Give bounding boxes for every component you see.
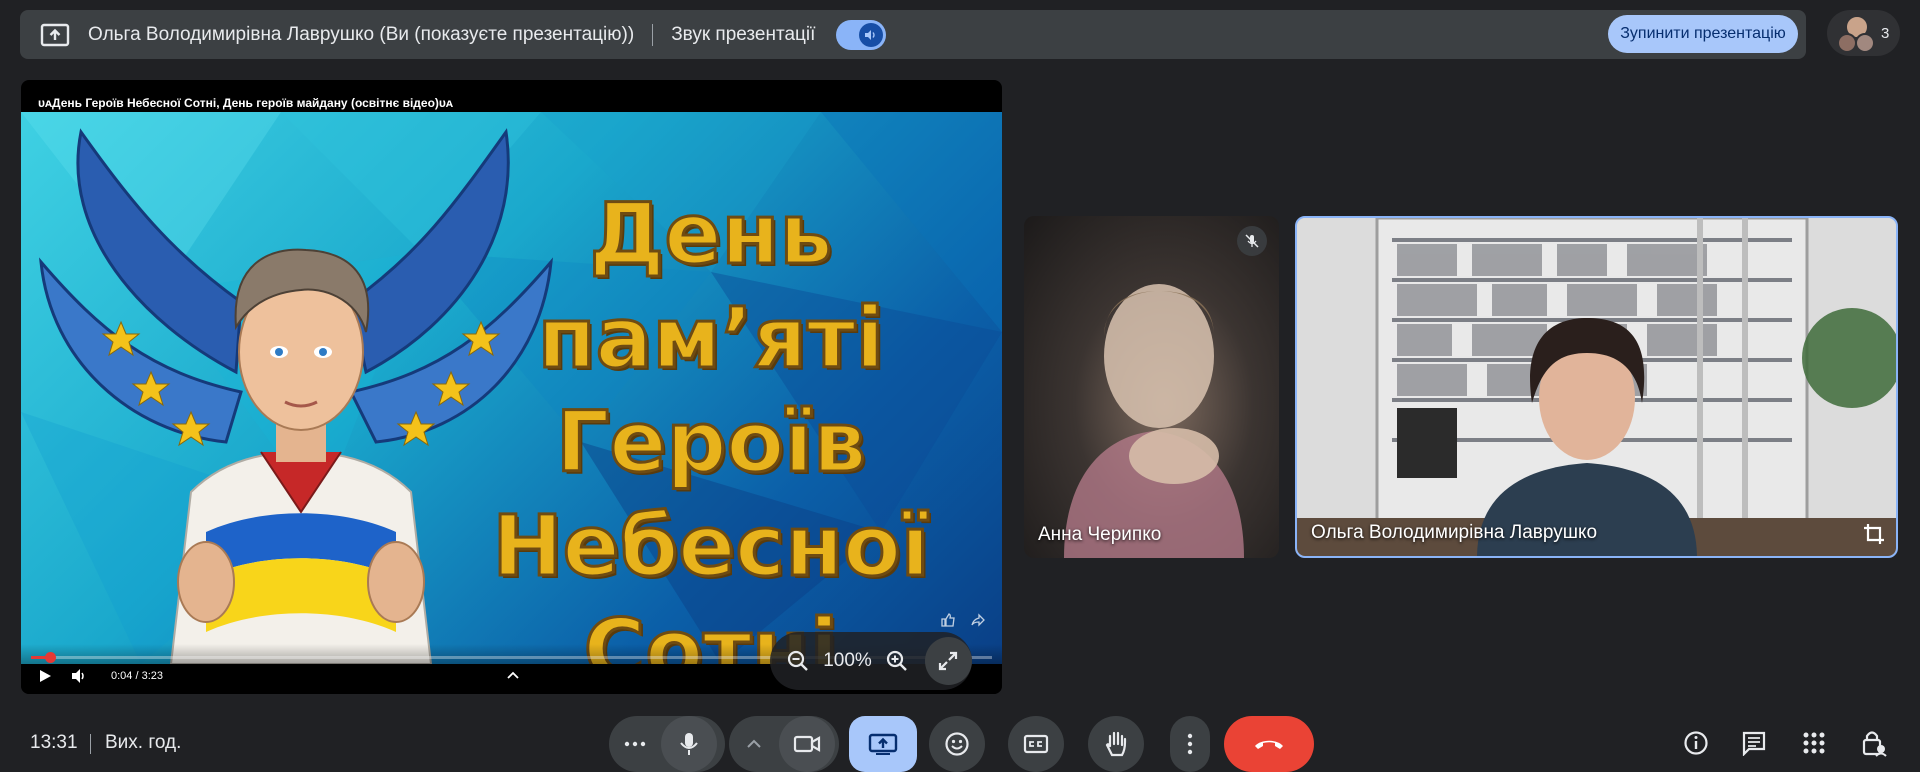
video-options-button[interactable] [729, 716, 779, 772]
presentation-sound-label: Звук презентації [671, 23, 816, 45]
more-horizontal-icon [624, 741, 646, 747]
microphone-button[interactable] [661, 716, 717, 772]
reactions-button[interactable] [929, 716, 985, 772]
play-icon[interactable] [37, 668, 53, 684]
host-controls-button[interactable] [1860, 729, 1888, 757]
video-progress-handle[interactable] [45, 652, 57, 663]
fullscreen-button[interactable] [924, 637, 972, 685]
zoom-in-icon [887, 650, 908, 671]
zoom-out-icon [787, 650, 808, 671]
chevron-up-icon[interactable] [506, 668, 520, 682]
info-icon [1684, 731, 1708, 755]
more-vertical-icon [1187, 733, 1193, 755]
meeting-title: Вих. год. [105, 732, 182, 753]
crop-icon[interactable] [1862, 522, 1886, 546]
camera-button[interactable] [779, 716, 835, 772]
raise-hand-icon [1105, 731, 1127, 757]
participant-video [1064, 284, 1244, 558]
participant-name: Ольга Володимирівна Лаврушко [1311, 522, 1598, 543]
like-icon[interactable] [940, 612, 956, 628]
slide-heading: День пам’яті Героїв Небесної Сотні [491, 184, 931, 665]
mic-off-icon [1237, 226, 1267, 256]
video-overlay-actions [940, 612, 986, 628]
slide-image: День пам’яті Героїв Небесної Сотні [21, 112, 1002, 664]
expand-icon [939, 651, 958, 671]
presentation-tile: ᴜᴀДень Героїв Небесної Сотні, День герої… [21, 80, 1002, 694]
zoom-controls: 100% [770, 632, 972, 690]
participant-tile[interactable]: Анна Черипко [1024, 216, 1279, 558]
chevron-up-icon [747, 739, 761, 748]
microphone-icon [680, 733, 698, 755]
video-time: 0:04 / 3:23 [111, 670, 163, 682]
volume-icon[interactable] [71, 668, 89, 684]
divider [652, 23, 654, 46]
present-button[interactable] [849, 716, 917, 772]
zoom-level: 100% [823, 650, 872, 671]
participant-count: 3 [1881, 24, 1890, 42]
participant-tile-self[interactable]: Ольга Володимирівна Лаврушко [1295, 216, 1898, 558]
stop-presenting-button[interactable]: Зупинити презентацію [1608, 15, 1798, 53]
zoom-in-button[interactable] [876, 639, 919, 683]
presentation-sound-toggle[interactable] [836, 19, 887, 50]
meeting-clock: 13:31 [30, 732, 78, 753]
lock-person-icon [1862, 731, 1887, 757]
participants-button[interactable]: 3 [1827, 10, 1900, 56]
share-icon[interactable] [970, 612, 986, 628]
presenter-status-text: Ольга Володимирівна Лаврушко (Ви (показу… [88, 23, 635, 45]
audio-options-button[interactable] [609, 716, 661, 772]
videocam-icon [793, 735, 821, 753]
leave-call-button[interactable] [1224, 716, 1314, 772]
divider [90, 734, 91, 754]
present-to-all-icon [868, 733, 898, 755]
participant-name: Анна Черипко [1038, 524, 1162, 545]
camera-control-group [729, 716, 839, 772]
volume-icon [859, 22, 884, 47]
chat-icon [1742, 731, 1766, 756]
raise-hand-button[interactable] [1088, 716, 1144, 772]
call-end-icon [1255, 740, 1283, 749]
closed-captions-icon [1023, 734, 1049, 754]
apps-grid-icon [1803, 732, 1825, 754]
meeting-details-button[interactable] [1682, 729, 1710, 757]
presentation-banner: Ольга Володимирівна Лаврушко (Ви (показу… [20, 10, 1806, 59]
captions-button[interactable] [1008, 716, 1064, 772]
mic-control-group [609, 716, 725, 772]
video-title[interactable]: ᴜᴀДень Героїв Небесної Сотні, День герої… [38, 96, 453, 110]
avatar [1837, 15, 1875, 53]
activities-button[interactable] [1800, 729, 1828, 757]
more-options-button[interactable] [1170, 716, 1210, 772]
participant-video [1297, 218, 1896, 556]
emoji-icon [945, 732, 969, 756]
present-to-all-icon [40, 23, 70, 46]
chat-button[interactable] [1740, 729, 1768, 757]
zoom-out-button[interactable] [776, 639, 819, 683]
